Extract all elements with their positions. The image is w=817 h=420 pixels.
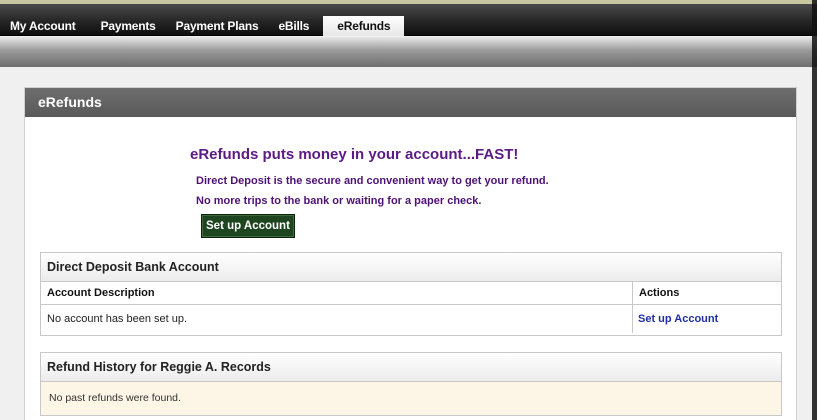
table-header: Account Description Actions [41,282,781,305]
account-description-cell: No account has been set up. [47,313,188,325]
promo-line-1: Direct Deposit is the secure and conveni… [196,175,549,187]
setup-account-link[interactable]: Set up Account [638,305,718,333]
promo-headline: eRefunds puts money in your account...FA… [190,146,519,163]
panel-title: eRefunds [25,88,796,117]
tab-erefunds[interactable]: eRefunds [323,16,405,36]
window-edge [812,0,817,420]
tab-payments[interactable]: Payments [91,16,166,36]
refund-history-title: Refund History for Reggie A. Records [41,353,781,382]
main-navigation: My Account Payments Payment Plans eBills… [0,4,817,36]
table-row: No account has been set up. Set up Accou… [41,305,781,333]
nav-tabs: My Account Payments Payment Plans eBills… [0,16,405,36]
column-divider [632,305,633,333]
tab-payment-plans[interactable]: Payment Plans [166,16,269,36]
tab-my-account[interactable]: My Account [0,16,91,36]
direct-deposit-title: Direct Deposit Bank Account [41,253,781,282]
column-account-description: Account Description [47,287,155,299]
sub-navigation-bar [0,37,817,67]
refund-history-empty-message: No past refunds were found. [41,382,781,415]
erefunds-panel: eRefunds eRefunds puts money in your acc… [24,87,797,420]
direct-deposit-section: Direct Deposit Bank Account Account Desc… [40,252,782,336]
column-divider [632,282,633,304]
column-actions: Actions [639,287,680,299]
tab-ebills[interactable]: eBills [268,16,319,36]
refund-history-section: Refund History for Reggie A. Records No … [40,352,782,416]
setup-account-button[interactable]: Set up Account [201,214,295,238]
promo-line-2: No more trips to the bank or waiting for… [196,195,482,207]
